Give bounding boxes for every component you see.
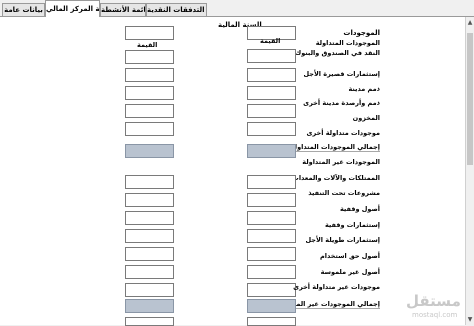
row-label: الممتلكات والآلات والمعدات <box>292 174 380 182</box>
row-label: أصول غير ملموسة <box>320 268 380 276</box>
current-assets-total-left <box>125 144 174 158</box>
value-header-left: القيمة <box>137 41 158 49</box>
row-field-right[interactable] <box>247 211 296 225</box>
financial-position-panel: السنة المالية الموجودات الموجودات المتدا… <box>0 16 474 326</box>
scroll-down-arrow-icon[interactable]: ▼ <box>466 316 474 323</box>
row-field-right[interactable] <box>247 175 296 189</box>
current-assets-total-right <box>247 144 296 158</box>
row-label: ذمم مدينة <box>348 85 380 93</box>
watermark: مستقل mostaql.com <box>400 292 462 322</box>
row-field-right[interactable] <box>247 283 296 297</box>
row-field-right[interactable] <box>247 104 296 118</box>
row-field-left[interactable] <box>125 229 174 243</box>
row-field-right[interactable] <box>247 193 296 207</box>
current-assets-total-label: إجمالي الموجودات المتداولة <box>290 143 380 151</box>
row-label: إستثمارات طويلة الأجل <box>305 236 380 244</box>
row-field-right[interactable] <box>247 122 296 136</box>
row-label: إستثمارات وقفية <box>324 221 380 229</box>
scroll-thumb[interactable] <box>467 33 473 165</box>
row-label: موجودات غير متداولة أخرى <box>293 283 380 291</box>
row-label: إستثمارات قصيرة الأجل <box>303 70 380 78</box>
row-field-left[interactable] <box>125 175 174 189</box>
non-current-assets-total-right <box>247 299 296 313</box>
row-field-left[interactable] <box>125 86 174 100</box>
vertical-scrollbar[interactable]: ▲ ▼ <box>465 17 474 325</box>
row-field-left[interactable] <box>125 265 174 279</box>
row-field-right[interactable] <box>247 68 296 82</box>
row-label: ذمم وأرصدة مدينة أخرى <box>303 99 380 107</box>
value-header-right: القيمة <box>260 37 281 45</box>
row-label: أصول حق استخدام <box>320 252 380 260</box>
tab-general-data[interactable]: بيانات عامة <box>2 3 45 16</box>
row-field-left[interactable] <box>125 247 174 261</box>
tab-cash-flows[interactable]: قائمة التدفقات النقدية <box>146 3 207 16</box>
row-field-left[interactable] <box>125 211 174 225</box>
row-field-right[interactable] <box>247 265 296 279</box>
assets-section-title: الموجودات <box>343 29 380 37</box>
row-label: مشروعات تحت التنفيذ <box>308 189 380 197</box>
divider <box>288 151 380 152</box>
row-label: النقد في الصندوق والبنوك <box>295 49 380 57</box>
non-current-assets-total-left <box>125 299 174 313</box>
fiscal-year-col1-field[interactable] <box>125 26 174 40</box>
row-field-left[interactable] <box>125 104 174 118</box>
watermark-latin: mostaql.com <box>412 311 458 319</box>
row-label: أصول وقفية <box>339 205 380 213</box>
non-current-assets-title: الموجودات غير المتداولة <box>302 158 380 166</box>
tab-financial-position[interactable]: قائمة المركز المالي <box>45 0 100 17</box>
current-assets-title: الموجودات المتداولة <box>315 39 380 47</box>
row-field-right[interactable] <box>247 49 296 63</box>
row-label: موجودات متداولة أخرى <box>306 129 380 137</box>
watermark-arabic: مستقل <box>406 292 461 310</box>
tab-bar: بيانات عامة قائمة المركز المالي قائمة ال… <box>0 0 474 17</box>
tab-activities[interactable]: قائمة الأنشطة <box>100 3 146 16</box>
row-field-left[interactable] <box>125 193 174 207</box>
divider <box>288 308 380 309</box>
row-field-right[interactable] <box>247 229 296 243</box>
row-field-left[interactable] <box>125 68 174 82</box>
row-field-right[interactable] <box>247 86 296 100</box>
row-field-left[interactable] <box>125 50 174 64</box>
row-field-left[interactable] <box>125 122 174 136</box>
scroll-up-arrow-icon[interactable]: ▲ <box>466 19 474 26</box>
row-field-right[interactable] <box>247 247 296 261</box>
row-field-left[interactable] <box>125 283 174 297</box>
row-label: المخزون <box>352 114 380 122</box>
